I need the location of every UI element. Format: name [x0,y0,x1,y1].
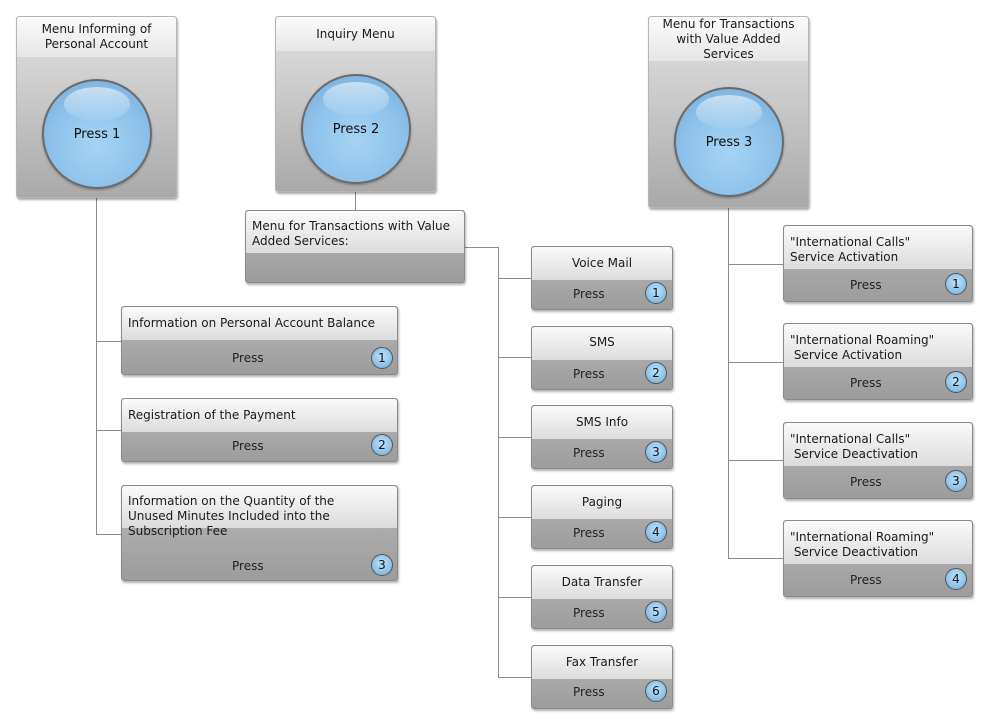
press-label: Press [850,475,882,489]
inquiry-option[interactable]: Paging Press 4 [531,485,673,549]
press-label: Press [850,278,882,292]
submenu-vas-header: Menu for Transactions with Value Added S… [245,210,465,283]
label-line-2: Service Deactivation [790,447,919,461]
label-line-1: "International Roaming" [790,333,935,347]
option-label: Information on the Quantity of the Unuse… [122,486,397,538]
label-line-1: "International Roaming" [790,530,935,544]
connector [498,437,531,438]
press-label: Press [573,685,605,699]
connector [498,677,531,678]
option-label: Fax Transfer [532,646,672,679]
press-label: Press [573,606,605,620]
menu-title: Menu Informing of Personal Account [17,17,176,57]
number-badge: 4 [645,521,667,543]
press-label: Press [573,526,605,540]
label-line-2: Service Deactivation [790,545,919,559]
connector [96,341,122,342]
number-badge: 1 [945,273,967,295]
connector [498,597,531,598]
press-label: Press [573,446,605,460]
account-option[interactable]: Information on the Quantity of the Unuse… [121,485,398,581]
menu-title: Menu for Transactions with Value Added S… [649,17,808,61]
press-2-button[interactable]: Press 2 [301,74,411,184]
menu-inquiry: Inquiry Menu Press 2 [275,16,436,192]
option-label: "International Roaming" Service Activati… [784,324,972,367]
account-option[interactable]: Registration of the Payment Press 2 [121,398,398,462]
menu-title: Inquiry Menu [276,17,435,51]
press-label: Press [573,287,605,301]
connector [464,247,499,248]
option-label: "International Calls" Service Deactivati… [784,423,972,466]
number-badge: 6 [645,680,667,702]
connector [728,362,784,363]
option-label: Paging [532,486,672,519]
number-badge: 2 [945,371,967,393]
account-option[interactable]: Information on Personal Account Balance … [121,306,398,375]
press-label: Press [573,367,605,381]
press-label: Press [850,573,882,587]
connector [728,460,784,461]
connector [96,534,122,535]
connector [96,430,122,431]
vas-option[interactable]: "International Roaming" Service Activati… [783,323,973,400]
connector [498,357,531,358]
label-line-2: Service Activation [790,348,903,362]
label-line-2: Service Activation [790,250,899,264]
vas-option[interactable]: "International Calls" Service Deactivati… [783,422,973,499]
connector [96,197,97,535]
button-label: Press 3 [705,134,753,150]
connector [355,191,356,210]
press-label: Press [232,559,264,573]
option-label: "International Roaming" Service Deactiva… [784,521,972,564]
option-label: Registration of the Payment [122,399,397,432]
number-badge: 3 [945,470,967,492]
menu-value-added-services: Menu for Transactions with Value Added S… [648,16,809,208]
vas-option[interactable]: "International Roaming" Service Deactiva… [783,520,973,597]
number-badge: 2 [371,434,393,456]
connector [498,247,499,678]
press-3-button[interactable]: Press 3 [674,87,784,197]
menu-personal-account: Menu Informing of Personal Account Press… [16,16,177,198]
connector [728,558,784,559]
submenu-title: Menu for Transactions with Value Added S… [246,211,464,253]
connector [498,517,531,518]
number-badge: 1 [371,347,393,369]
button-label: Press 1 [73,126,121,142]
inquiry-option[interactable]: SMS Press 2 [531,326,673,390]
press-label: Press [232,439,264,453]
option-label: Information on Personal Account Balance [122,307,397,340]
inquiry-option[interactable]: Fax Transfer Press 6 [531,645,673,709]
inquiry-option[interactable]: SMS Info Press 3 [531,405,673,469]
connector [728,207,729,559]
press-1-button[interactable]: Press 1 [42,79,152,189]
connector [498,278,531,279]
inquiry-option[interactable]: Data Transfer Press 5 [531,565,673,629]
label-line-1: "International Calls" [790,432,911,446]
connector [728,264,784,265]
number-badge: 4 [945,568,967,590]
label-line-1: "International Calls" [790,235,911,249]
number-badge: 2 [645,362,667,384]
vas-option[interactable]: "International Calls" Service Activation… [783,225,973,302]
button-label: Press 2 [332,121,380,137]
number-badge: 1 [645,282,667,304]
number-badge: 3 [645,441,667,463]
option-label: Voice Mail [532,247,672,280]
option-label: SMS [532,327,672,360]
press-label: Press [850,376,882,390]
option-label: SMS Info [532,406,672,439]
option-label: Data Transfer [532,566,672,599]
number-badge: 5 [645,601,667,623]
inquiry-option[interactable]: Voice Mail Press 1 [531,246,673,310]
option-label: "International Calls" Service Activation [784,226,972,269]
press-label: Press [232,351,264,365]
number-badge: 3 [371,554,393,576]
